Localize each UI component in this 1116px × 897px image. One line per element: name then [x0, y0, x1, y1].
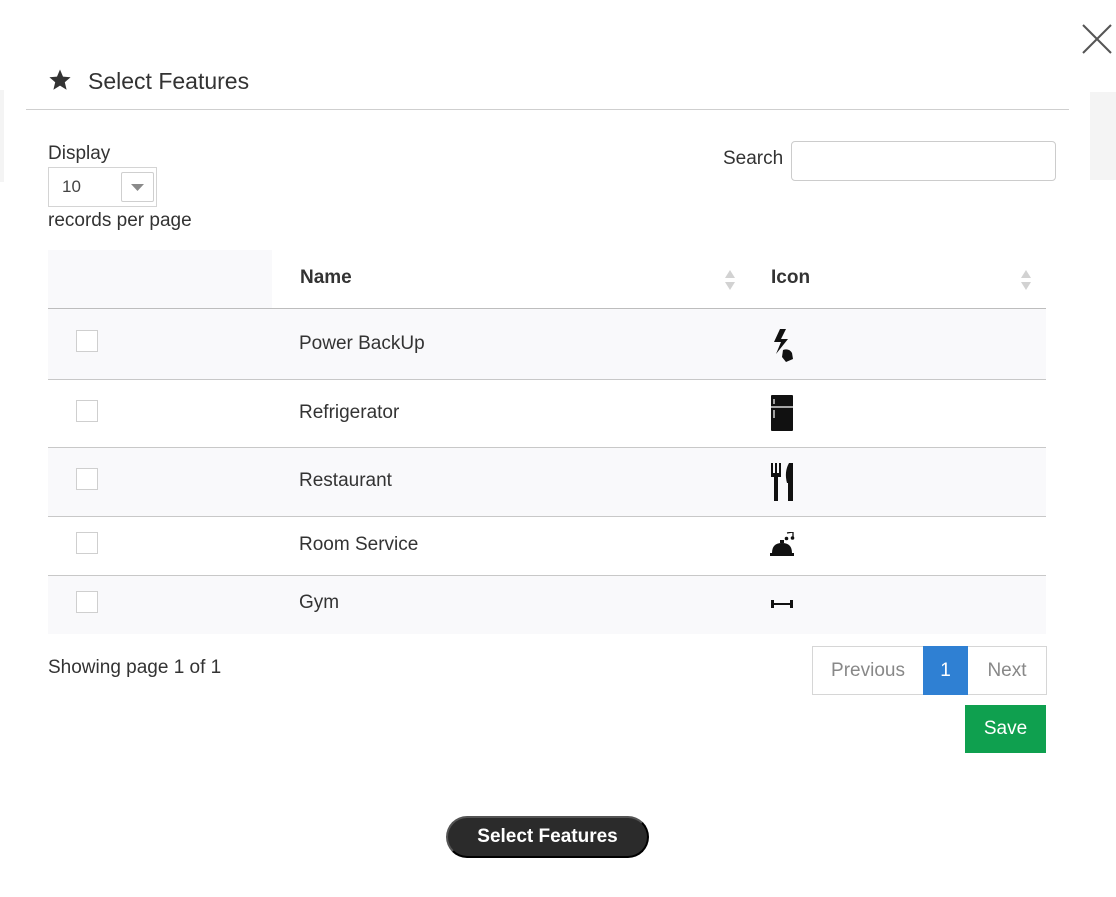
pagination: Previous 1 Next	[812, 646, 1047, 695]
column-header-name-label: Name	[300, 267, 352, 288]
table-header: Name Icon	[48, 250, 1046, 309]
feature-name: Room Service	[299, 534, 419, 555]
page-1-button[interactable]: 1	[923, 646, 968, 695]
table-row: Gym	[48, 576, 1046, 634]
modal-header: Select Features	[26, 56, 1069, 110]
chevron-down-icon	[131, 184, 144, 191]
search-label: Search	[723, 148, 784, 169]
refrigerator-icon	[771, 395, 793, 431]
row-checkbox[interactable]	[76, 400, 98, 422]
close-button[interactable]	[1080, 22, 1114, 56]
header-checkbox-column	[48, 250, 272, 308]
restaurant-icon	[771, 463, 793, 501]
column-header-icon-label: Icon	[771, 267, 811, 288]
room-service-icon	[770, 532, 795, 556]
records-per-page-label: records per page	[48, 210, 192, 231]
previous-page-button[interactable]: Previous	[812, 646, 923, 695]
records-per-page-value: 10	[62, 177, 81, 196]
feature-name: Power BackUp	[299, 333, 425, 354]
select-features-button[interactable]: Select Features	[446, 816, 649, 858]
table-row: Room Service	[48, 517, 1046, 576]
feature-name: Refrigerator	[299, 402, 400, 423]
column-header-name[interactable]: Name	[272, 250, 742, 308]
sort-icon	[1021, 270, 1031, 290]
table-row: Restaurant	[48, 448, 1046, 517]
background-panel-edge-left	[0, 90, 4, 182]
row-checkbox[interactable]	[76, 532, 98, 554]
sort-icon	[725, 270, 735, 290]
records-per-page-select[interactable]: 10	[48, 167, 157, 207]
search-input[interactable]	[791, 141, 1056, 181]
table-row: Power BackUp	[48, 309, 1046, 380]
star-icon	[49, 69, 71, 90]
background-panel-edge	[1090, 92, 1116, 180]
column-header-icon[interactable]: Icon	[742, 250, 1046, 308]
row-checkbox[interactable]	[76, 468, 98, 490]
row-checkbox[interactable]	[76, 330, 98, 352]
table-info: Showing page 1 of 1	[48, 657, 222, 678]
save-button[interactable]: Save	[965, 705, 1046, 753]
dropdown-button[interactable]	[121, 172, 154, 202]
close-icon	[1082, 24, 1112, 54]
row-checkbox[interactable]	[76, 591, 98, 613]
feature-name: Restaurant	[299, 470, 392, 491]
display-label: Display	[48, 143, 111, 164]
features-table: Name Icon Power BackUp Refrigerator Rest…	[48, 250, 1046, 634]
modal-title: Select Features	[88, 68, 250, 94]
feature-name: Gym	[299, 592, 340, 613]
table-row: Refrigerator	[48, 380, 1046, 448]
power-backup-icon	[774, 329, 793, 362]
gym-icon	[771, 600, 793, 608]
next-page-button[interactable]: Next	[968, 646, 1047, 695]
